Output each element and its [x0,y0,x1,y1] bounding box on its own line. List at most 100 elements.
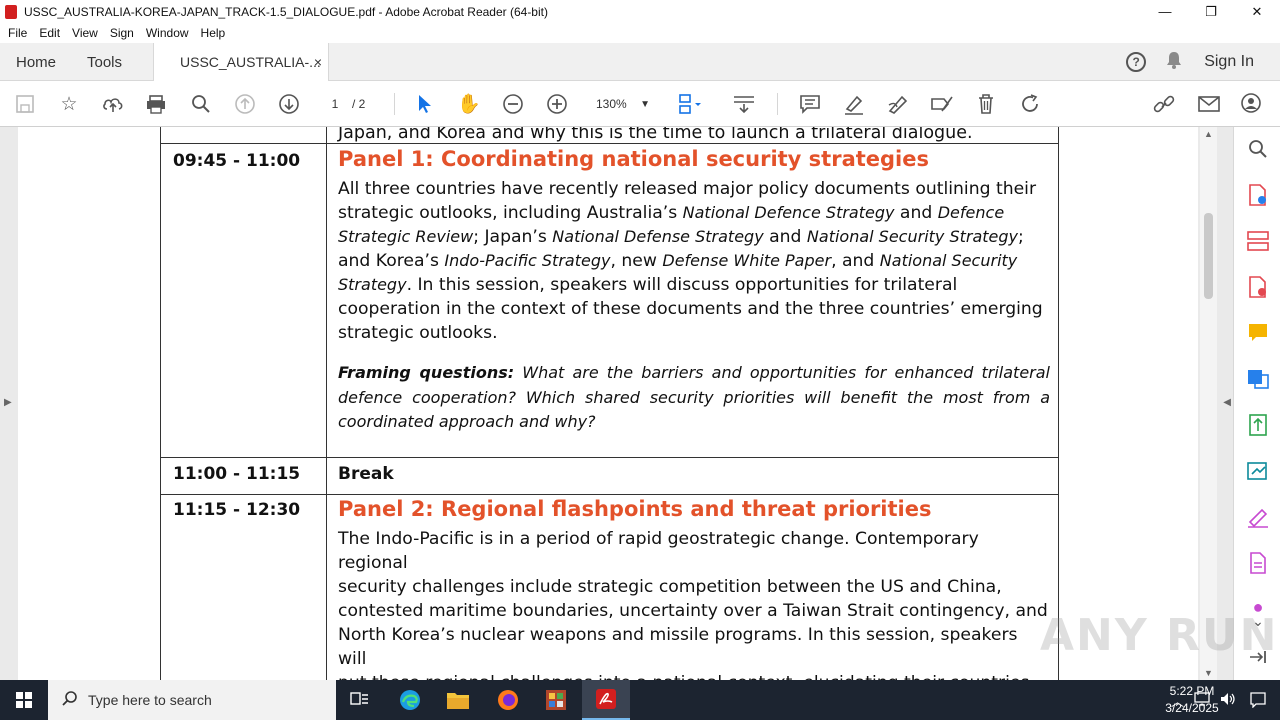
tab-home[interactable]: Home [16,43,56,81]
tab-tools[interactable]: Tools [87,43,122,81]
action-center-icon[interactable] [1236,680,1280,720]
zoom-in-icon[interactable] [544,91,570,117]
tab-document-label: USSC_AUSTRALIA-... [180,54,321,70]
menu-bar: File Edit View Sign Window Help [0,23,1280,43]
upload-cloud-icon[interactable] [100,91,126,117]
toolbar-divider [394,93,395,115]
rotate-icon[interactable] [1017,91,1043,117]
fill-sign-tool-icon[interactable] [1246,505,1270,529]
previous-page-icon[interactable] [232,91,258,117]
panel1-line: Strategy. In this session, speakers will… [338,275,958,295]
edge-browser-icon[interactable] [386,680,434,720]
menu-view[interactable]: View [72,26,98,40]
user-search-icon[interactable] [1240,91,1266,117]
taskbar: Type here to search ︿ 5:22 PM 3/24/2025 [0,680,1280,720]
next-page-icon[interactable] [276,91,302,117]
search-tool-icon[interactable] [1246,137,1270,161]
menu-window[interactable]: Window [146,26,189,40]
agenda-row-panel1: 09:45 - 11:00 Panel 1: Coordinating nati… [160,143,1059,457]
help-icon[interactable]: ? [1126,52,1147,72]
zoom-level-value: 130% [596,97,627,111]
zoom-search-icon[interactable] [188,91,214,117]
break-label: Break [338,464,394,484]
app-tile-icon[interactable] [532,680,580,720]
break-time: 11:00 - 11:15 [173,464,301,484]
firefox-icon[interactable] [484,680,532,720]
panel2-line: put these regional challenges into a nat… [338,671,1050,680]
menu-file[interactable]: File [8,26,27,40]
panel2-line: contested maritime boundaries, uncertain… [338,601,1048,621]
draw-icon[interactable] [885,91,911,117]
scroll-up-icon[interactable]: ▲ [1204,129,1213,139]
document-viewport[interactable]: ▶ Japan, and Korea and why this is the t… [0,127,1233,680]
framing-questions: Framing questions: What are the barriers… [338,361,1050,435]
time-cell: 09:45 - 11:00 [161,143,327,457]
zoom-out-icon[interactable] [500,91,526,117]
page-layout-icon[interactable] [678,91,704,117]
zoom-level-select[interactable]: 130% ▼ [590,92,656,116]
panel2-content: Panel 2: Regional flashpoints and threat… [338,497,1050,680]
panel2-time: 11:15 - 12:30 [173,500,301,520]
panel1-description: All three countries have recently releas… [338,177,1050,345]
create-pdf-icon[interactable] [1246,275,1270,299]
page-total: / 2 [352,97,366,111]
edit-pdf-icon[interactable] [1246,367,1270,391]
panel1-line: All three countries have recently releas… [338,179,1037,199]
bookmark-star-icon[interactable]: ☆ [56,91,82,117]
scrollbar-thumb[interactable] [1204,213,1213,299]
clock-time: 5:22 PM [1169,684,1215,698]
fill-sign-icon[interactable] [929,91,955,117]
print-icon[interactable] [143,91,169,117]
taskbar-clock[interactable]: 5:22 PM 3/24/2025 [1152,683,1232,717]
menu-edit[interactable]: Edit [39,26,60,40]
panel1-line: Strategic Review; Japan’s National Defen… [338,227,1024,247]
agenda-row-intro: Japan, and Korea and why this is the tim… [160,127,1059,143]
close-tab-icon[interactable]: × [314,54,322,70]
file-explorer-icon[interactable] [434,680,482,720]
taskbar-search[interactable]: Type here to search [48,680,336,720]
time-cell [161,127,327,143]
comment-tool-icon[interactable] [1246,321,1270,345]
start-button[interactable] [0,680,48,720]
pdf-page: Japan, and Korea and why this is the tim… [18,127,1198,680]
hand-tool-icon[interactable]: ✋ [456,91,482,117]
close-window-button[interactable]: ✕ [1234,0,1280,23]
highlight-pen-icon[interactable] [841,91,867,117]
notification-bell-icon[interactable] [1166,51,1182,74]
scan-ocr-icon[interactable] [1246,459,1270,483]
save-icon[interactable] [12,91,38,117]
panel1-time: 09:45 - 11:00 [173,151,301,171]
organize-pages-icon[interactable] [1246,229,1270,253]
comment-icon[interactable] [797,91,823,117]
sign-in-link[interactable]: Sign In [1204,53,1254,71]
select-cursor-icon[interactable] [412,91,438,117]
minimize-button[interactable]: — [1142,0,1188,23]
window-title: USSC_AUSTRALIA-KOREA-JAPAN_TRACK-1.5_DIA… [24,4,548,19]
left-pane-toggle-icon[interactable]: ▶ [4,397,12,408]
search-icon [62,690,78,711]
anyrun-watermark: ANY RUN [1040,610,1279,661]
more-tools-icon[interactable] [1246,551,1270,575]
vertical-scrollbar[interactable]: ▲ ▼ [1200,127,1217,680]
compress-pdf-icon[interactable] [1246,413,1270,437]
search-placeholder: Type here to search [88,692,212,708]
share-link-icon[interactable] [1151,91,1177,117]
framing-questions-label: Framing questions: [338,363,515,382]
export-pdf-icon[interactable] [1246,183,1270,207]
scroll-down-icon[interactable]: ▼ [1204,668,1213,678]
scroll-mode-icon[interactable] [731,91,757,117]
task-view-icon[interactable] [336,680,384,720]
right-pane-toggle-icon[interactable]: ◀ [1223,397,1231,408]
maximize-button[interactable]: ❐ [1188,0,1234,23]
menu-help[interactable]: Help [201,26,226,40]
menu-sign[interactable]: Sign [110,26,134,40]
page-number-input[interactable]: 1 [320,93,350,115]
delete-trash-icon[interactable] [973,91,999,117]
tab-document[interactable]: USSC_AUSTRALIA-... × [153,43,329,81]
time-cell: 11:15 - 12:30 [161,494,327,680]
windows-logo-icon [16,692,32,708]
chevron-down-icon: ▼ [640,98,650,110]
panel1-line: strategic outlooks, including Australia’… [338,203,1005,223]
email-icon[interactable] [1196,91,1222,117]
acrobat-taskbar-icon[interactable] [582,680,630,720]
